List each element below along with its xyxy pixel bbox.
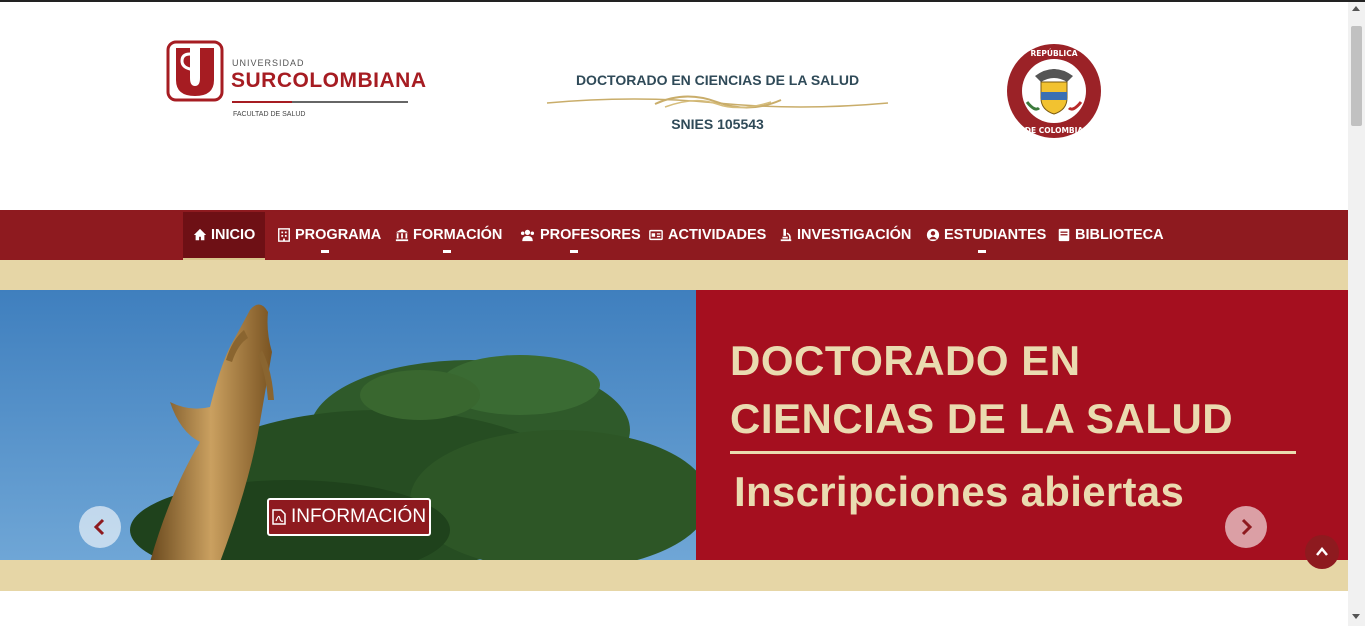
nav-dropdown-indicator bbox=[978, 250, 986, 253]
information-button-label: INFORMACIÓN bbox=[290, 506, 427, 527]
users-icon bbox=[520, 229, 535, 242]
nav-label: INVESTIGACIÓN bbox=[797, 227, 912, 243]
scroll-to-top-button[interactable] bbox=[1305, 535, 1339, 569]
carousel-next-button[interactable] bbox=[1225, 506, 1267, 548]
chevron-up-icon bbox=[1316, 547, 1328, 556]
main-navigation: INICIO PROGRAMA FORMACIÓN PROFESORES ACT… bbox=[0, 210, 1348, 260]
nav-label: ESTUDIANTES bbox=[944, 227, 1047, 243]
book-icon bbox=[1058, 228, 1070, 242]
scroll-up-arrow-icon[interactable] bbox=[1352, 6, 1360, 11]
carousel-prev-button[interactable] bbox=[79, 506, 121, 548]
usco-shield-icon bbox=[166, 40, 224, 102]
information-button[interactable]: INFORMACIÓN bbox=[267, 498, 431, 536]
university-name: SURCOLOMBIANA bbox=[231, 69, 427, 92]
svg-text:REPÚBLICA: REPÚBLICA bbox=[1030, 49, 1077, 58]
snies-code: SNIES 105543 bbox=[671, 116, 764, 132]
nav-label: FORMACIÓN bbox=[413, 227, 503, 243]
nav-item-profesores[interactable]: PROFESORES bbox=[519, 210, 641, 260]
building-icon bbox=[278, 228, 290, 242]
university-small-text: UNIVERSIDAD bbox=[232, 58, 305, 68]
nav-item-programa[interactable]: PROGRAMA bbox=[277, 210, 381, 260]
nav-dropdown-indicator bbox=[321, 250, 329, 253]
ornament-flourish-icon bbox=[546, 95, 889, 109]
hero-title-line1: DOCTORADO EN bbox=[730, 337, 1081, 384]
nav-item-estudiantes[interactable]: ESTUDIANTES bbox=[926, 210, 1046, 260]
chevron-left-icon bbox=[93, 518, 105, 536]
nav-label: INICIO bbox=[211, 227, 256, 243]
vertical-scrollbar[interactable] bbox=[1348, 2, 1365, 626]
nav-label: BIBLIOTECA bbox=[1075, 227, 1164, 243]
site-header: UNIVERSIDAD SURCOLOMBIANA FACULTAD DE SA… bbox=[0, 2, 1348, 210]
nav-item-inicio[interactable]: INICIO bbox=[183, 212, 266, 260]
nav-label: PROFESORES bbox=[540, 227, 641, 243]
page: UNIVERSIDAD SURCOLOMBIANA FACULTAD DE SA… bbox=[0, 2, 1348, 626]
microscope-icon bbox=[780, 228, 792, 242]
faculty-name: FACULTAD DE SALUD bbox=[233, 111, 306, 118]
program-title-block: DOCTORADO EN CIENCIAS DE LA SALUD SNIES … bbox=[545, 70, 890, 140]
hero-subtitle: Inscripciones abiertas bbox=[734, 468, 1185, 515]
hero-bottom-band bbox=[0, 560, 1348, 591]
program-name: DOCTORADO EN CIENCIAS DE LA SALUD bbox=[575, 72, 860, 88]
institution-icon bbox=[395, 228, 409, 242]
hero-top-band bbox=[0, 260, 1348, 290]
scrollbar-thumb[interactable] bbox=[1351, 26, 1362, 126]
hero-title: DOCTORADO EN CIENCIAS DE LA SALUD bbox=[730, 332, 1233, 448]
chevron-right-icon bbox=[1241, 518, 1253, 536]
svg-text:DE COLOMBIA: DE COLOMBIA bbox=[1025, 126, 1084, 135]
hero-carousel: DOCTORADO EN CIENCIAS DE LA SALUD Inscri… bbox=[0, 290, 1348, 560]
colombia-coat-of-arms-seal: REPÚBLICA DE COLOMBIA bbox=[1007, 44, 1101, 138]
university-logo[interactable]: UNIVERSIDAD SURCOLOMBIANA FACULTAD DE SA… bbox=[166, 40, 426, 130]
nav-label: PROGRAMA bbox=[295, 227, 382, 243]
pdf-file-icon bbox=[272, 509, 286, 525]
hero-divider bbox=[730, 451, 1296, 454]
nav-item-actividades[interactable]: ACTIVIDADES bbox=[648, 210, 766, 260]
home-icon bbox=[193, 228, 207, 241]
nav-dropdown-indicator bbox=[570, 250, 578, 253]
id-card-icon bbox=[649, 229, 663, 241]
nav-item-investigacion[interactable]: INVESTIGACIÓN bbox=[779, 210, 911, 260]
nav-item-biblioteca[interactable]: BIBLIOTECA bbox=[1057, 210, 1164, 260]
nav-dropdown-indicator bbox=[443, 250, 451, 253]
user-circle-icon bbox=[926, 228, 940, 242]
nav-label: ACTIVIDADES bbox=[668, 227, 767, 243]
logo-divider-accent bbox=[232, 101, 292, 103]
scroll-down-arrow-icon[interactable] bbox=[1352, 614, 1360, 619]
hero-title-line2: CIENCIAS DE LA SALUD bbox=[730, 395, 1234, 442]
